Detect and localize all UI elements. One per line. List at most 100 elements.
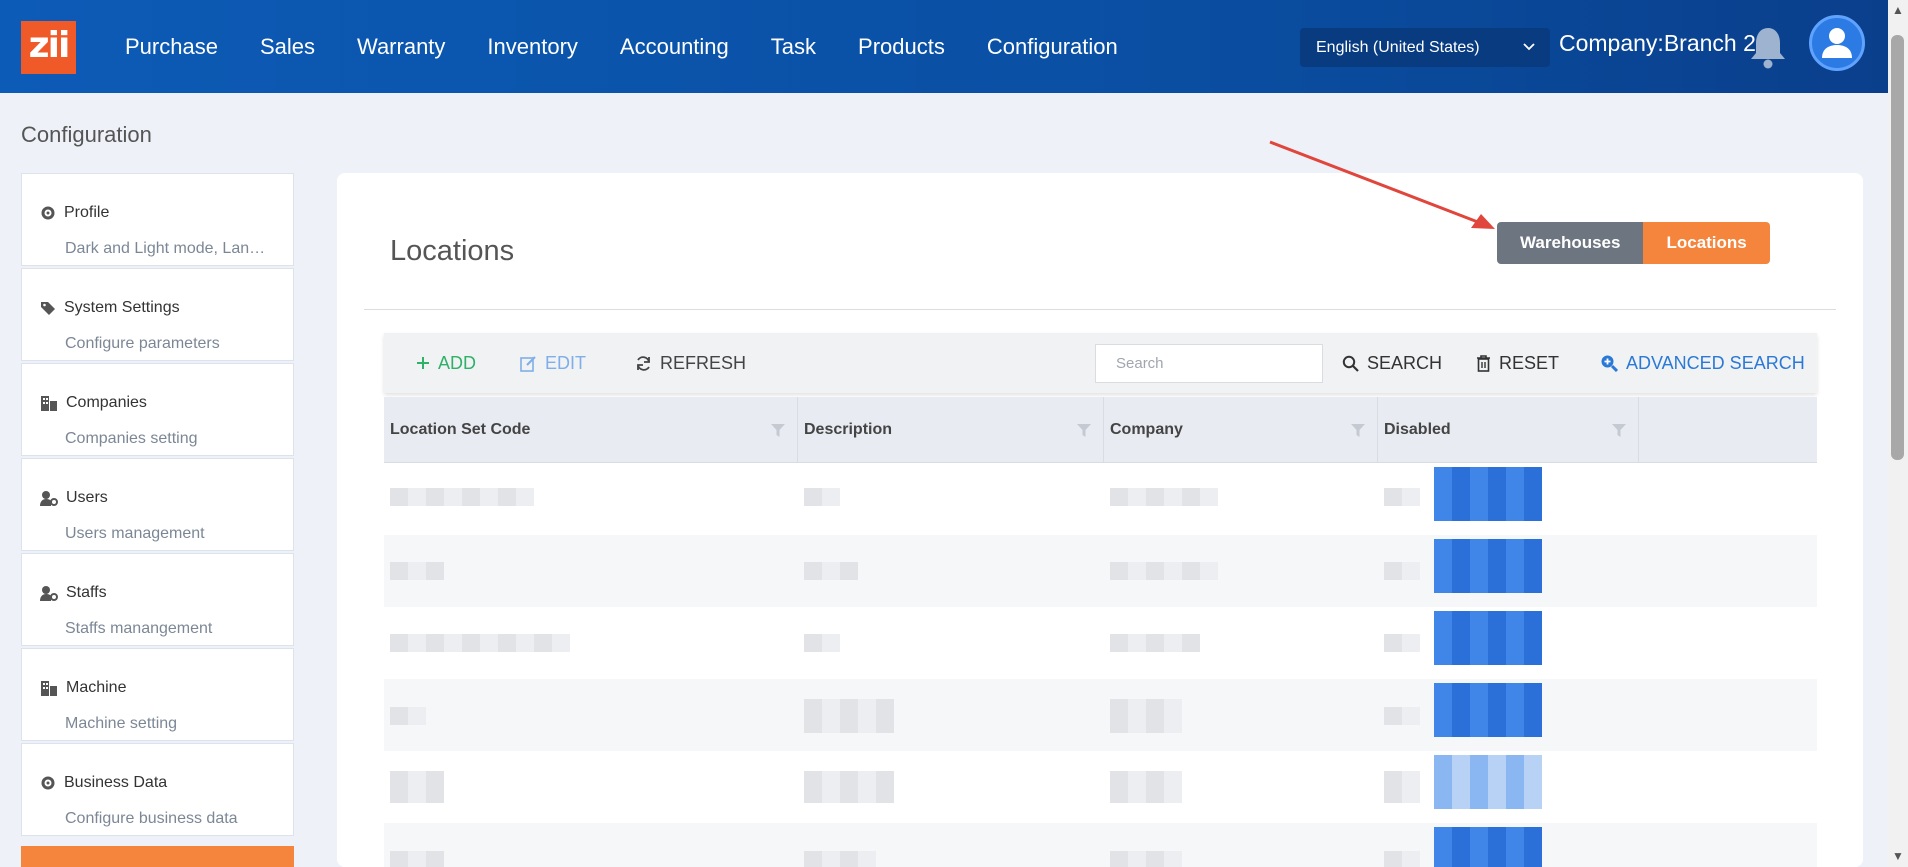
nav-accounting[interactable]: Accounting bbox=[599, 34, 750, 60]
redacted-cell bbox=[804, 771, 894, 803]
edit-label: EDIT bbox=[545, 352, 587, 373]
filter-icon[interactable] bbox=[1077, 424, 1091, 437]
nav-configuration[interactable]: Configuration bbox=[966, 34, 1139, 60]
redacted-cell bbox=[390, 488, 534, 506]
plus-icon bbox=[417, 357, 429, 369]
redacted-cell bbox=[390, 634, 570, 652]
redacted-cell bbox=[1384, 707, 1420, 725]
edit-button[interactable]: EDIT bbox=[520, 353, 586, 374]
table-body bbox=[384, 463, 1817, 867]
table-row[interactable] bbox=[384, 679, 1817, 751]
column-header[interactable]: Company bbox=[1104, 397, 1378, 463]
nav-warranty[interactable]: Warranty bbox=[336, 34, 466, 60]
advanced-search-label: ADVANCED SEARCH bbox=[1626, 352, 1805, 373]
redacted-cell bbox=[1110, 851, 1182, 867]
sidebar-item-label: Profile bbox=[64, 204, 110, 221]
table-header: Location Set Code Description Company Di… bbox=[384, 397, 1817, 463]
sidebar-item-label: Business Data bbox=[64, 774, 168, 791]
refresh-icon bbox=[637, 355, 650, 371]
sidebar-item-sub: Companies setting bbox=[65, 430, 198, 447]
sidebar-item-sub: Configure parameters bbox=[65, 335, 220, 352]
sidebar-item-sub: Users management bbox=[65, 525, 205, 542]
filter-icon[interactable] bbox=[1612, 424, 1626, 437]
filter-icon[interactable] bbox=[1351, 424, 1365, 437]
redacted-cell bbox=[1384, 634, 1420, 652]
redacted-cell bbox=[804, 699, 894, 733]
chevron-down-icon bbox=[1522, 28, 1536, 82]
nav-products[interactable]: Products bbox=[837, 34, 966, 60]
redacted-cell bbox=[1110, 634, 1200, 652]
search-input[interactable] bbox=[1095, 344, 1323, 383]
language-select[interactable]: English (United States) bbox=[1300, 28, 1550, 67]
column-header-actions bbox=[1639, 397, 1817, 463]
sidebar-item-system-settings[interactable]: System Settings Configure parameters bbox=[21, 268, 294, 361]
user-cog-icon bbox=[40, 491, 58, 506]
sidebar-item-machine[interactable]: Machine Machine setting bbox=[21, 648, 294, 741]
app-logo[interactable]: zii bbox=[21, 21, 76, 74]
annotation-arrow-icon bbox=[1269, 140, 1495, 229]
column-header[interactable]: Disabled bbox=[1378, 397, 1639, 463]
filter-icon[interactable] bbox=[771, 424, 785, 437]
scroll-up-icon[interactable]: ▲ bbox=[1890, 2, 1906, 18]
advanced-search-icon bbox=[1601, 355, 1618, 372]
trash-icon bbox=[1477, 354, 1490, 372]
table-row[interactable] bbox=[384, 535, 1817, 607]
table-toolbar: ADD EDIT REFRESH SEARCH RESET ADVANCED S… bbox=[384, 333, 1817, 393]
nav-task[interactable]: Task bbox=[750, 34, 837, 60]
gear-icon bbox=[41, 206, 55, 220]
sidebar-item-sub: Configure business data bbox=[65, 810, 238, 827]
sidebar-item-companies[interactable]: Companies Companies setting bbox=[21, 363, 294, 456]
nav-sales[interactable]: Sales bbox=[239, 34, 336, 60]
page-title: Configuration bbox=[21, 122, 152, 147]
user-cog-icon bbox=[40, 586, 58, 601]
nav-inventory[interactable]: Inventory bbox=[466, 34, 599, 60]
column-label: Disabled bbox=[1384, 421, 1451, 438]
scroll-down-icon[interactable]: ▼ bbox=[1890, 848, 1906, 864]
row-actions[interactable] bbox=[1434, 467, 1542, 521]
sidebar-item-staffs[interactable]: Staffs Staffs manangement bbox=[21, 553, 294, 646]
redacted-cell bbox=[804, 488, 840, 506]
refresh-button[interactable]: REFRESH bbox=[635, 353, 746, 374]
main-nav: Purchase Sales Warranty Inventory Accoun… bbox=[104, 0, 1139, 93]
nav-purchase[interactable]: Purchase bbox=[104, 34, 239, 60]
add-button[interactable]: ADD bbox=[416, 353, 476, 374]
table-row[interactable] bbox=[384, 463, 1817, 535]
warehouses-tab[interactable]: Warehouses bbox=[1497, 222, 1644, 264]
redacted-cell bbox=[390, 771, 444, 803]
locations-panel: Locations Warehouses Locations ADD EDIT … bbox=[337, 173, 1863, 867]
column-header[interactable]: Description bbox=[798, 397, 1104, 463]
redacted-cell bbox=[1110, 562, 1218, 580]
add-label: ADD bbox=[438, 352, 477, 373]
row-actions[interactable] bbox=[1434, 683, 1542, 737]
bell-icon[interactable] bbox=[1748, 25, 1788, 69]
redacted-cell bbox=[1110, 771, 1182, 803]
row-actions[interactable] bbox=[1434, 611, 1542, 665]
reset-button[interactable]: RESET bbox=[1476, 353, 1559, 374]
redacted-cell bbox=[1384, 488, 1420, 506]
column-header[interactable]: Location Set Code bbox=[384, 397, 798, 463]
scrollbar-thumb[interactable] bbox=[1891, 35, 1904, 460]
building-icon bbox=[41, 396, 57, 411]
sidebar-item-active[interactable] bbox=[21, 846, 294, 867]
redacted-cell bbox=[1384, 562, 1420, 580]
table-row[interactable] bbox=[384, 751, 1817, 823]
locations-tab[interactable]: Locations bbox=[1643, 222, 1770, 264]
row-actions[interactable] bbox=[1434, 539, 1542, 593]
sidebar-item-users[interactable]: Users Users management bbox=[21, 458, 294, 551]
redacted-cell bbox=[804, 562, 858, 580]
panel-title: Locations bbox=[390, 235, 515, 267]
user-avatar-icon[interactable] bbox=[1809, 15, 1865, 71]
table-row[interactable] bbox=[384, 823, 1817, 867]
redacted-cell bbox=[804, 634, 840, 652]
row-actions[interactable] bbox=[1434, 755, 1542, 809]
sidebar-item-profile[interactable]: Profile Dark and Light mode, Langu... bbox=[21, 173, 294, 266]
table-row[interactable] bbox=[384, 607, 1817, 679]
search-label: SEARCH bbox=[1367, 352, 1443, 373]
search-button[interactable]: SEARCH bbox=[1342, 353, 1442, 374]
advanced-search-button[interactable]: ADVANCED SEARCH bbox=[1600, 353, 1805, 374]
redacted-cell bbox=[1384, 771, 1420, 803]
redacted-cell bbox=[390, 851, 444, 867]
row-actions[interactable] bbox=[1434, 827, 1542, 867]
sidebar-item-business-data[interactable]: Business Data Configure business data bbox=[21, 743, 294, 836]
redacted-cell bbox=[804, 851, 876, 867]
